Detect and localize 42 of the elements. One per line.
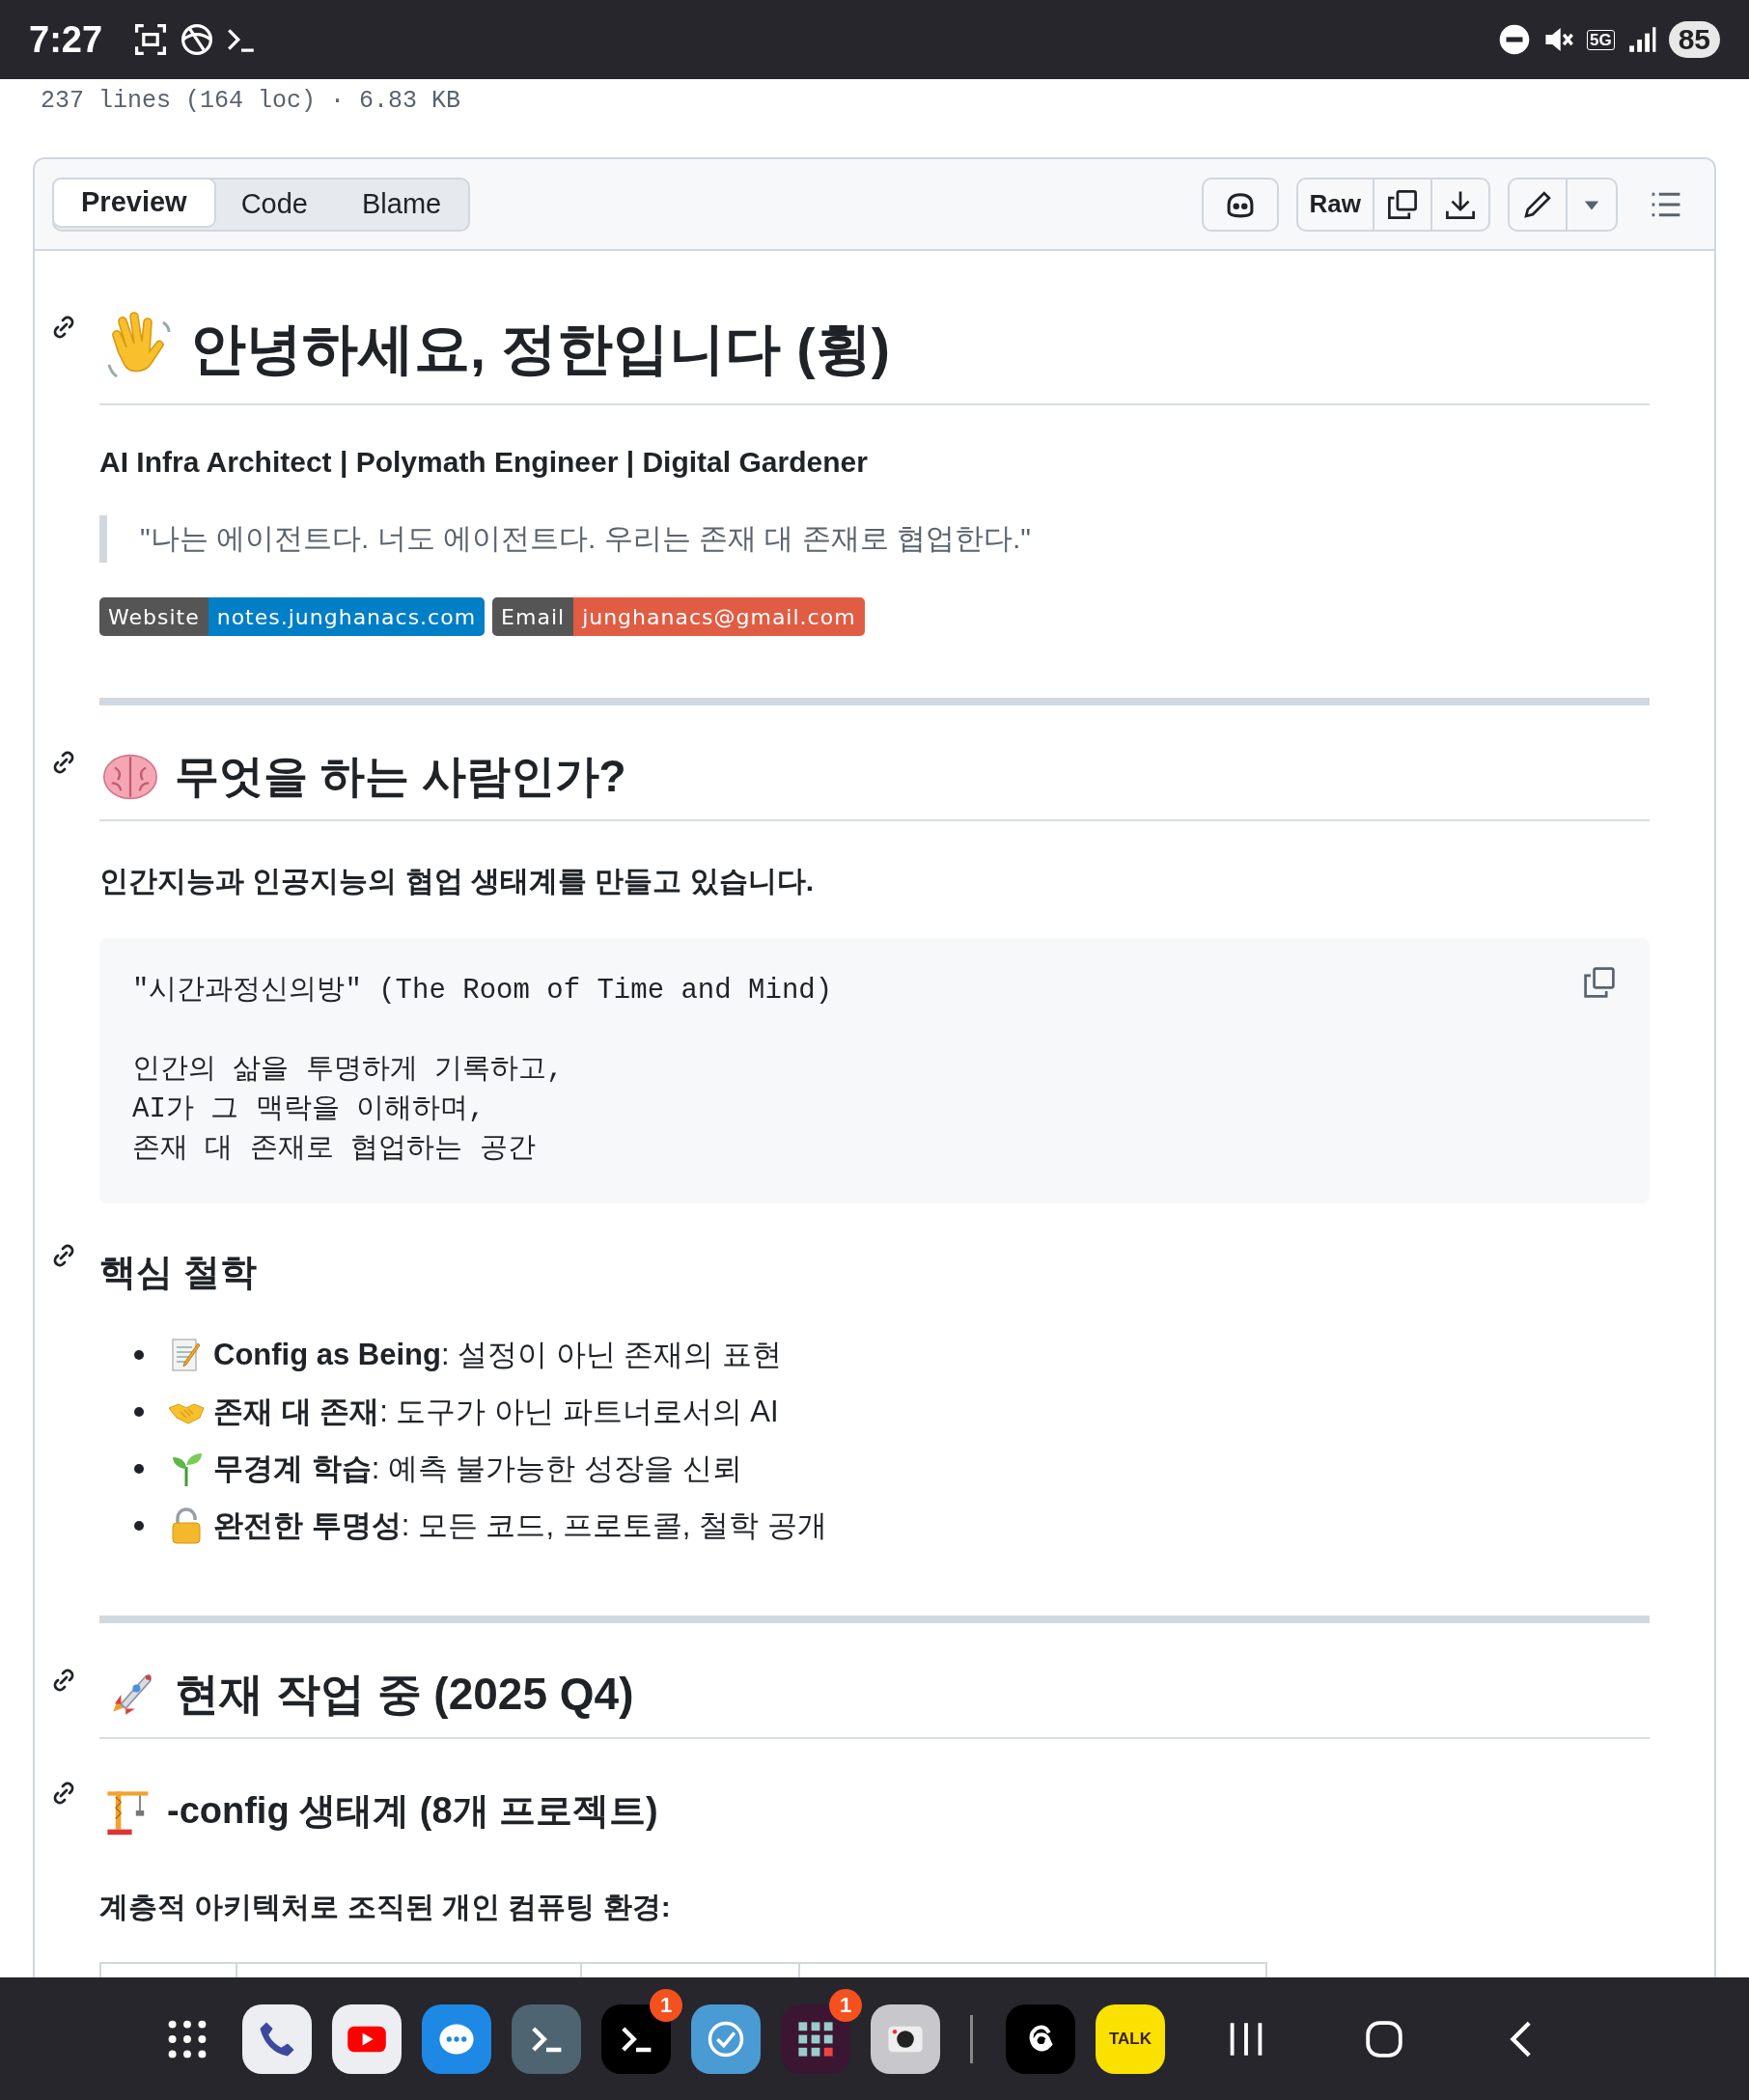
copy-icon: [1582, 965, 1617, 1000]
notification-badge: 1: [829, 1988, 862, 2022]
app-button[interactable]: [691, 2003, 761, 2074]
screenshot-icon: [133, 22, 169, 57]
bullet: [134, 1521, 144, 1531]
bullet: [134, 1407, 144, 1417]
section-heading: -config 생태계 (8개 프로젝트): [167, 1788, 658, 1833]
app-button[interactable]: [871, 2003, 940, 2074]
section-heading: 현재 작업 중 (2025 Q4): [175, 1668, 634, 1721]
bold-text: AI Infra Architect | Polymath Engineer | Digital Gardener: [99, 446, 869, 479]
bullet: [134, 1350, 144, 1360]
bold-text: 계층적 아키텍처로 조직된 개인 컴퓨팅 환경:: [99, 1890, 672, 1924]
clock-time: 7:27: [29, 18, 103, 61]
app-button[interactable]: [512, 2003, 581, 2074]
list-item-text: 완전한 투명성: 모든 코드, 프로토콜, 철학 공개: [213, 1506, 827, 1544]
section-heading: 핵심 철학: [99, 1251, 257, 1294]
list-item-text: 존재 대 존재: 도구가 아닌 파트너로서의 AI: [213, 1393, 779, 1430]
copy-icon: [1386, 187, 1419, 221]
section-heading: 안녕하세요, 정한입니다 (휭): [190, 316, 890, 381]
app-button[interactable]: [242, 2003, 312, 2074]
file-info: 237 lines (164 loc) · 6.83 KB: [40, 86, 462, 117]
talk-app-button[interactable]: TALK: [1096, 2003, 1165, 2074]
do-not-disturb-icon: [1497, 23, 1531, 56]
app-button[interactable]: [1006, 2003, 1075, 2074]
app-button[interactable]: [332, 2003, 402, 2074]
block-quote: "나는 에이전트다. 너도 에이전트다. 우리는 존재 대 존재로 협업한다.": [99, 515, 1650, 563]
list-item-text: 무경계 학습: 예측 불가능한 성장을 신뢰: [213, 1450, 742, 1487]
bold-text: 인간지능과 인공지능의 협업 생태계를 만들고 있습니다.: [99, 864, 815, 898]
section-heading: 무엇을 하는 사람인가?: [175, 750, 626, 803]
app-button[interactable]: [422, 2003, 491, 2074]
list-item-text: Config as Being: 설정이 아닌 존재의 표현: [213, 1336, 783, 1373]
raw-button[interactable]: Raw: [1297, 179, 1373, 230]
notification-badge: 1: [650, 1988, 682, 2022]
bullet: [134, 1464, 144, 1474]
network-type: 5G: [1586, 29, 1615, 50]
globe-icon: [180, 22, 215, 57]
view-tab[interactable]: Blame: [334, 179, 469, 230]
view-tab[interactable]: Preview: [52, 177, 216, 228]
copilot-button[interactable]: [1201, 177, 1279, 232]
code-block: "시간과정신의방" (The Room of Time and Mind) 인간의 삶을 투명하게 기록하고, AI가 그 맥락을 이해하며, 존재 대 존재로 협업하는 공간: [99, 938, 1650, 1203]
battery-level: 85: [1668, 21, 1720, 58]
view-tab[interactable]: Code: [213, 179, 335, 230]
